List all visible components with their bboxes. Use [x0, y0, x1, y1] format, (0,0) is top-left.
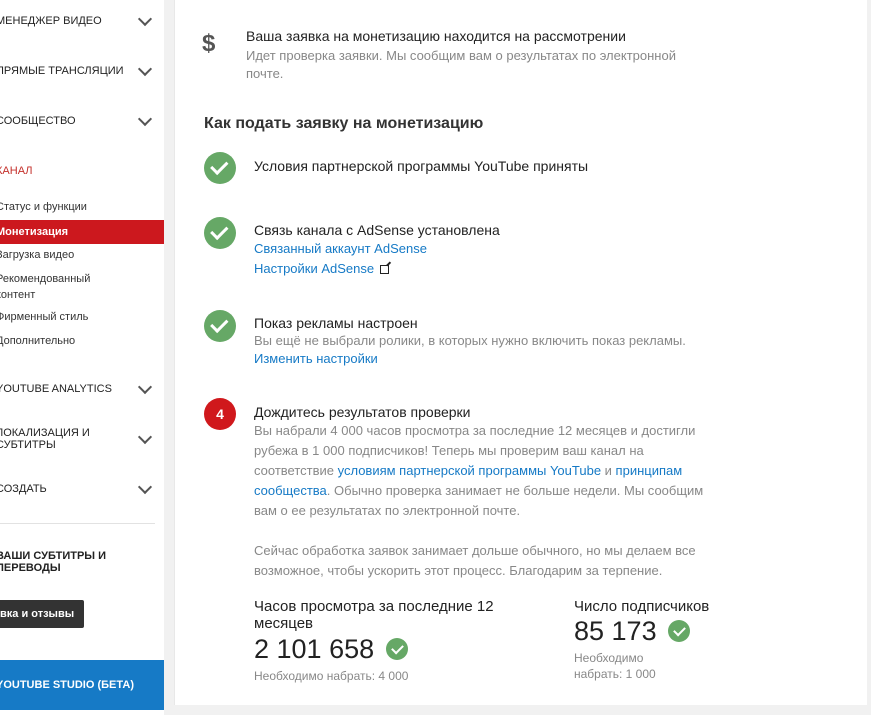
external-link-icon: [380, 265, 390, 274]
step-1-title: Условия партнерской программы YouTube пр…: [254, 158, 589, 174]
step-3-description: Вы ещё не выбрали ролики, в которых нужн…: [254, 333, 686, 348]
subscribers-value: 85 173: [574, 616, 657, 646]
step-4-description: Вы набрали 4 000 часов просмотра за посл…: [254, 421, 714, 521]
sidebar-section-live[interactable]: Прямые трансляции: [0, 51, 164, 91]
sidebar-section-label: Создать: [0, 483, 47, 495]
change-settings-link[interactable]: Изменить настройки: [254, 351, 378, 366]
help-feedback-button[interactable]: вка и отзывы: [0, 600, 84, 628]
watch-hours-value: 2 101 658: [254, 634, 375, 664]
processing-note: Сейчас обработка заявок занимает дольше …: [254, 543, 696, 578]
scrollbar[interactable]: [867, 0, 871, 715]
step-4-number-badge: 4: [204, 398, 236, 430]
sidebar-section-label-line2: переводы: [0, 562, 61, 574]
sidebar-section-community[interactable]: Сообщество: [0, 101, 164, 141]
check-icon: [204, 217, 236, 249]
sidebar-item-upload[interactable]: Загрузка видео: [0, 249, 164, 261]
section-heading: Как подать заявку на монетизацию: [204, 115, 484, 132]
sidebar-section-label: Локализация и субтитры: [0, 427, 90, 451]
chevron-down-icon: [137, 429, 153, 445]
watch-hours-required: Необходимо набрать: 4 000: [254, 669, 409, 683]
subscribers-label: Число подписчиков: [574, 598, 710, 615]
review-status-description: Идет проверка заявки. Мы сообщим вам о р…: [246, 48, 676, 81]
sidebar-section-label: YouTube Analytics: [0, 383, 112, 395]
sidebar-section-label: Ваши субтитры и переводы: [0, 550, 106, 574]
youtube-studio-beta-button[interactable]: YouTube Studio (бета): [0, 660, 164, 710]
review-status-title: Ваша заявка на монетизацию находится на …: [246, 28, 626, 44]
sidebar-item-label: Дополнительно: [0, 335, 76, 347]
step-2-title: Связь канала с AdSense установлена: [254, 222, 500, 238]
check-icon: [204, 310, 236, 342]
sidebar-section-create[interactable]: Создать: [0, 469, 164, 509]
sidebar-item-label: Фирменный стиль: [0, 311, 89, 323]
sidebar-section-localization[interactable]: Локализация и субтитры: [0, 419, 164, 459]
step-4-text: и: [601, 463, 616, 478]
check-icon: [386, 638, 408, 660]
sidebar-section-subtitles[interactable]: Ваши субтитры и переводы: [0, 542, 164, 582]
sidebar-section-label-line2: субтитры: [0, 439, 56, 451]
step-3-title: Показ рекламы настроен: [254, 315, 418, 331]
chevron-down-icon: [137, 479, 153, 495]
watch-hours-label: Часов просмотра за последние 12 месяцев: [254, 598, 494, 632]
chevron-down-icon: [137, 11, 153, 27]
sidebar-section-label: Прямые трансляции: [0, 65, 124, 77]
sidebar-item-monetization[interactable]: Монетизация: [0, 220, 164, 244]
adsense-settings-link[interactable]: Настройки AdSense: [254, 261, 390, 276]
adsense-settings-label: Настройки AdSense: [254, 261, 375, 276]
step-4-title: Дождитесь результатов проверки: [254, 404, 471, 420]
sidebar-item-label: Рекомендованный: [0, 273, 91, 285]
sidebar-item-branding[interactable]: Фирменный стиль: [0, 311, 164, 323]
sidebar-section-label-line1: Локализация и: [0, 427, 90, 439]
sidebar-item-label: Статус и функции: [0, 201, 87, 213]
youtube-studio-label: YouTube Studio (бета): [0, 679, 134, 691]
chevron-down-icon: [137, 111, 153, 127]
sidebar-item-advanced[interactable]: Дополнительно: [0, 335, 164, 347]
subscribers-required: Необходимо набрать: 1 000: [574, 651, 656, 681]
partner-program-terms-link[interactable]: условиям партнерской программы YouTube: [338, 463, 601, 478]
check-icon: [668, 620, 690, 642]
sidebar-item-featured[interactable]: Рекомендованный контент: [0, 271, 164, 303]
sidebar-section-label-line1: Ваши субтитры и: [0, 550, 107, 562]
sidebar-section-label: Сообщество: [0, 115, 76, 127]
sidebar-section-label: Менеджер видео: [0, 15, 102, 27]
dollar-icon: $: [202, 30, 216, 57]
sidebar-item-label-line2: контент: [0, 289, 36, 301]
chevron-down-icon: [137, 379, 153, 395]
sidebar-item-label: Монетизация: [0, 226, 69, 238]
sidebar-divider: [0, 523, 155, 524]
sidebar: Менеджер видео Прямые трансляции Сообщес…: [0, 0, 164, 715]
sidebar-channel-heading[interactable]: Канал: [0, 165, 33, 177]
sidebar-section-video-manager[interactable]: Менеджер видео: [0, 1, 164, 41]
sidebar-item-status[interactable]: Статус и функции: [0, 201, 164, 213]
sidebar-item-label: Загрузка видео: [0, 249, 75, 261]
check-icon: [204, 152, 236, 184]
chevron-down-icon: [137, 61, 153, 77]
sidebar-section-analytics[interactable]: YouTube Analytics: [0, 369, 164, 409]
linked-adsense-account-link[interactable]: Связанный аккаунт AdSense: [254, 241, 427, 256]
